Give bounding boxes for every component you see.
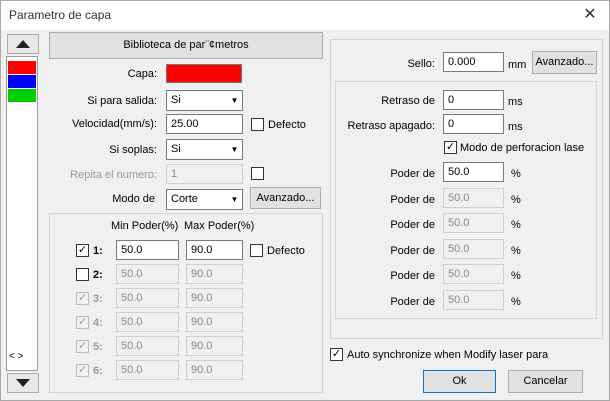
max-power-input: 90.0 [186, 264, 243, 284]
retraso-de-input[interactable]: 0 [443, 90, 504, 110]
layer-list[interactable]: < > [6, 56, 38, 371]
min-power-input[interactable]: 50.0 [116, 240, 179, 260]
poder-label: Poder de [390, 295, 435, 308]
modo-perforacion-checkbox[interactable]: ✓ [444, 141, 457, 154]
repita-checkbox[interactable] [251, 167, 264, 180]
cancel-button[interactable]: Cancelar [508, 370, 583, 393]
sello-input[interactable]: 0.000 [443, 52, 504, 72]
retraso-de-unit: ms [508, 96, 523, 108]
poder-label: Poder de [390, 193, 435, 206]
power-defecto-label: Defecto [267, 245, 305, 257]
power-row-label: 2: [93, 269, 103, 281]
max-power-input[interactable]: 90.0 [186, 240, 243, 260]
soplas-label: Si soplas: [109, 144, 157, 156]
power-row-checkbox[interactable]: ✓ [76, 364, 89, 377]
retraso-de-label: Retraso de [381, 95, 435, 107]
sello-unit: mm [508, 59, 527, 71]
layer-swatch[interactable] [8, 75, 36, 88]
max-power-input: 90.0 [186, 360, 243, 380]
close-icon[interactable]: ✕ [579, 5, 601, 25]
capa-label: Capa: [127, 68, 157, 80]
salida-label: Si para salida: [87, 95, 157, 107]
modo-label: Modo de [112, 193, 155, 205]
modo-select[interactable]: Corte ▼ [166, 189, 243, 210]
left-avanzado-button[interactable]: Avanzado... [250, 187, 321, 209]
power-row-checkbox[interactable]: ✓ [76, 244, 89, 257]
sello-label: Sello: [407, 58, 435, 70]
layer-swatch[interactable] [8, 89, 36, 102]
min-power-input: 50.0 [116, 264, 179, 284]
window-title: Parametro de capa [9, 8, 112, 22]
layer-color-swatch[interactable] [166, 64, 242, 83]
power-row-label: 1: [93, 245, 103, 257]
library-button[interactable]: Biblioteca de par¨¢metros [49, 32, 323, 59]
scroll-up-button[interactable] [7, 34, 39, 54]
chevron-down-icon: ▼ [226, 190, 242, 209]
auto-sync-checkbox[interactable]: ✓ [330, 348, 343, 361]
right-avanzado-button[interactable]: Avanzado... [532, 51, 597, 74]
repita-input: 1 [166, 164, 243, 184]
power-row-label: 6: [93, 365, 103, 377]
scroll-down-button[interactable] [7, 373, 39, 393]
poder-unit: % [511, 168, 521, 180]
ok-button[interactable]: Ok [423, 370, 496, 393]
dialog-window: Parametro de capa ✕ < > Biblioteca de pa… [0, 0, 610, 401]
poder-input: 50.0 [443, 187, 504, 208]
poder-unit: % [511, 270, 521, 282]
power-row-checkbox[interactable]: ✓ [76, 316, 89, 329]
min-power-input: 50.0 [116, 336, 179, 356]
layer-swatch[interactable] [8, 61, 36, 74]
power-row-checkbox[interactable]: ✓ [76, 292, 89, 305]
poder-input[interactable]: 50.0 [443, 162, 504, 182]
poder-label: Poder de [390, 270, 435, 282]
poder-input: 50.0 [443, 213, 504, 233]
salida-select[interactable]: Si ▼ [166, 90, 243, 111]
power-row-label: 4: [93, 317, 103, 329]
triangle-down-icon [16, 379, 30, 387]
poder-input: 50.0 [443, 264, 504, 284]
min-power-input: 50.0 [116, 312, 179, 332]
poder-label: Poder de [390, 219, 435, 231]
poder-input: 50.0 [443, 289, 504, 310]
chevron-down-icon: ▼ [226, 140, 242, 159]
modo-perforacion-label: Modo de perforacion lase [460, 142, 585, 154]
poder-unit: % [511, 219, 521, 231]
chevron-down-icon: ▼ [226, 91, 242, 110]
min-power-header: Min Poder(%) [111, 220, 179, 232]
poder-unit: % [511, 295, 521, 308]
title-bar: Parametro de capa ✕ [1, 1, 609, 30]
power-row-label: 5: [93, 341, 103, 353]
max-power-input: 90.0 [186, 288, 243, 308]
max-power-input: 90.0 [186, 336, 243, 356]
retraso-apagado-label: Retraso apagado: [347, 120, 435, 132]
auto-sync-label: Auto synchronize when Modify laser para [347, 349, 549, 361]
power-row-label: 3: [93, 293, 103, 305]
poder-unit: % [511, 244, 521, 257]
retraso-apagado-input[interactable]: 0 [443, 114, 504, 134]
soplas-select[interactable]: Si ▼ [166, 139, 243, 160]
poder-unit: % [511, 193, 521, 206]
poder-input: 50.0 [443, 238, 504, 259]
velocidad-defecto-label: Defecto [268, 119, 306, 131]
min-power-input: 50.0 [116, 360, 179, 380]
max-power-input: 90.0 [186, 312, 243, 332]
retraso-apagado-unit: ms [508, 121, 523, 133]
power-row-checkbox[interactable]: ✓ [76, 340, 89, 353]
velocidad-label: Velocidad(mm/s): [72, 118, 157, 130]
poder-label: Poder de [390, 244, 435, 257]
min-power-input: 50.0 [116, 288, 179, 308]
repita-label: Repita el numero: [70, 169, 157, 181]
triangle-up-icon [16, 40, 30, 48]
max-power-header: Max Poder(%) [184, 220, 255, 232]
power-row-checkbox[interactable] [76, 268, 89, 281]
horizontal-scroll-arrows-icon[interactable]: < > [9, 351, 23, 362]
poder-label: Poder de [390, 168, 435, 180]
power-defecto-checkbox[interactable] [250, 244, 263, 257]
velocidad-input[interactable]: 25.00 [166, 114, 243, 134]
velocidad-defecto-checkbox[interactable] [251, 118, 264, 131]
